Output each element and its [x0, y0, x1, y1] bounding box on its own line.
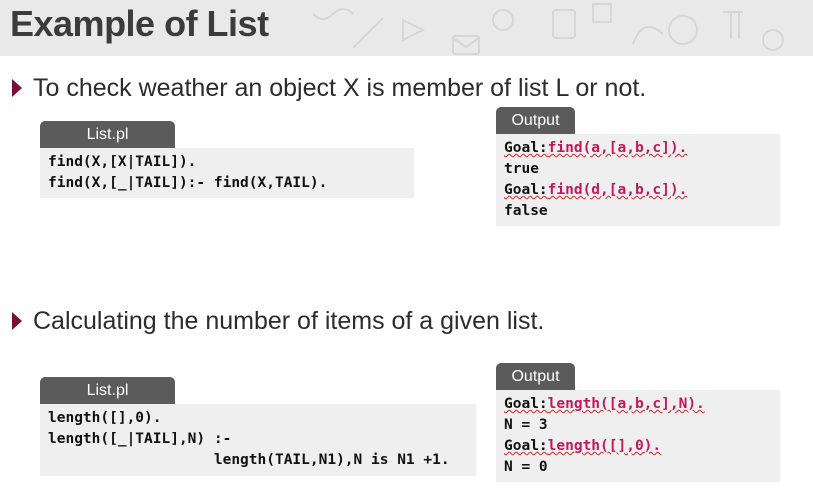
- output-block: Goal:length([a,b,c],N). N = 3 Goal:lengt…: [496, 390, 780, 482]
- code-line: length(TAIL,N1),N is N1 +1.: [48, 452, 450, 468]
- bullet-arrow-icon: [12, 79, 22, 97]
- code-line: length([],0).: [48, 410, 162, 426]
- goal-query: length([],0).: [547, 438, 662, 454]
- bullet-text: Calculating the number of items of a giv…: [33, 307, 545, 335]
- goal-prefix: Goal:: [504, 140, 548, 156]
- output-tab-label: Output: [496, 107, 575, 134]
- bullet-point-1: To check weather an object X is member o…: [12, 73, 646, 103]
- code-tab-label: List.pl: [40, 377, 175, 404]
- output-result-line: true: [504, 161, 539, 177]
- code-tab-label: List.pl: [40, 121, 175, 148]
- bullet-arrow-icon: [12, 312, 22, 330]
- goal-query: find(a,[a,b,c]).: [547, 140, 688, 156]
- goal-prefix: Goal:: [504, 396, 548, 412]
- decorative-doodle-background: [312, 3, 784, 55]
- output-result-line: N = 0: [504, 459, 548, 475]
- output-result-line: N = 3: [504, 417, 548, 433]
- code-line: length([_|TAIL],N) :-: [48, 431, 232, 447]
- output-goal-line: Goal:length([],0).: [504, 436, 772, 457]
- bullet-text: To check weather an object X is member o…: [33, 74, 647, 102]
- page-title: Example of List: [10, 3, 269, 44]
- output-result-line: false: [504, 203, 548, 219]
- code-line: find(X,[_|TAIL]):- find(X,TAIL).: [48, 175, 328, 191]
- goal-prefix: Goal:: [504, 438, 548, 454]
- goal-query: length([a,b,c],N).: [547, 396, 705, 412]
- code-block: length([],0). length([_|TAIL],N) :- leng…: [40, 404, 476, 476]
- output-goal-line: Goal:find(a,[a,b,c]).: [504, 138, 772, 159]
- output-goal-line: Goal:find(d,[a,b,c]).: [504, 180, 772, 201]
- code-line: find(X,[X|TAIL]).: [48, 154, 197, 170]
- output-tab-label: Output: [496, 363, 575, 390]
- code-block: find(X,[X|TAIL]). find(X,[_|TAIL]):- fin…: [40, 148, 414, 198]
- output-block: Goal:find(a,[a,b,c]). true Goal:find(d,[…: [496, 134, 780, 226]
- goal-prefix: Goal:: [504, 182, 548, 198]
- bullet-point-2: Calculating the number of items of a giv…: [12, 306, 544, 336]
- output-goal-line: Goal:length([a,b,c],N).: [504, 394, 772, 415]
- slide-header: Example of List: [0, 0, 813, 56]
- goal-query: find(d,[a,b,c]).: [547, 182, 688, 198]
